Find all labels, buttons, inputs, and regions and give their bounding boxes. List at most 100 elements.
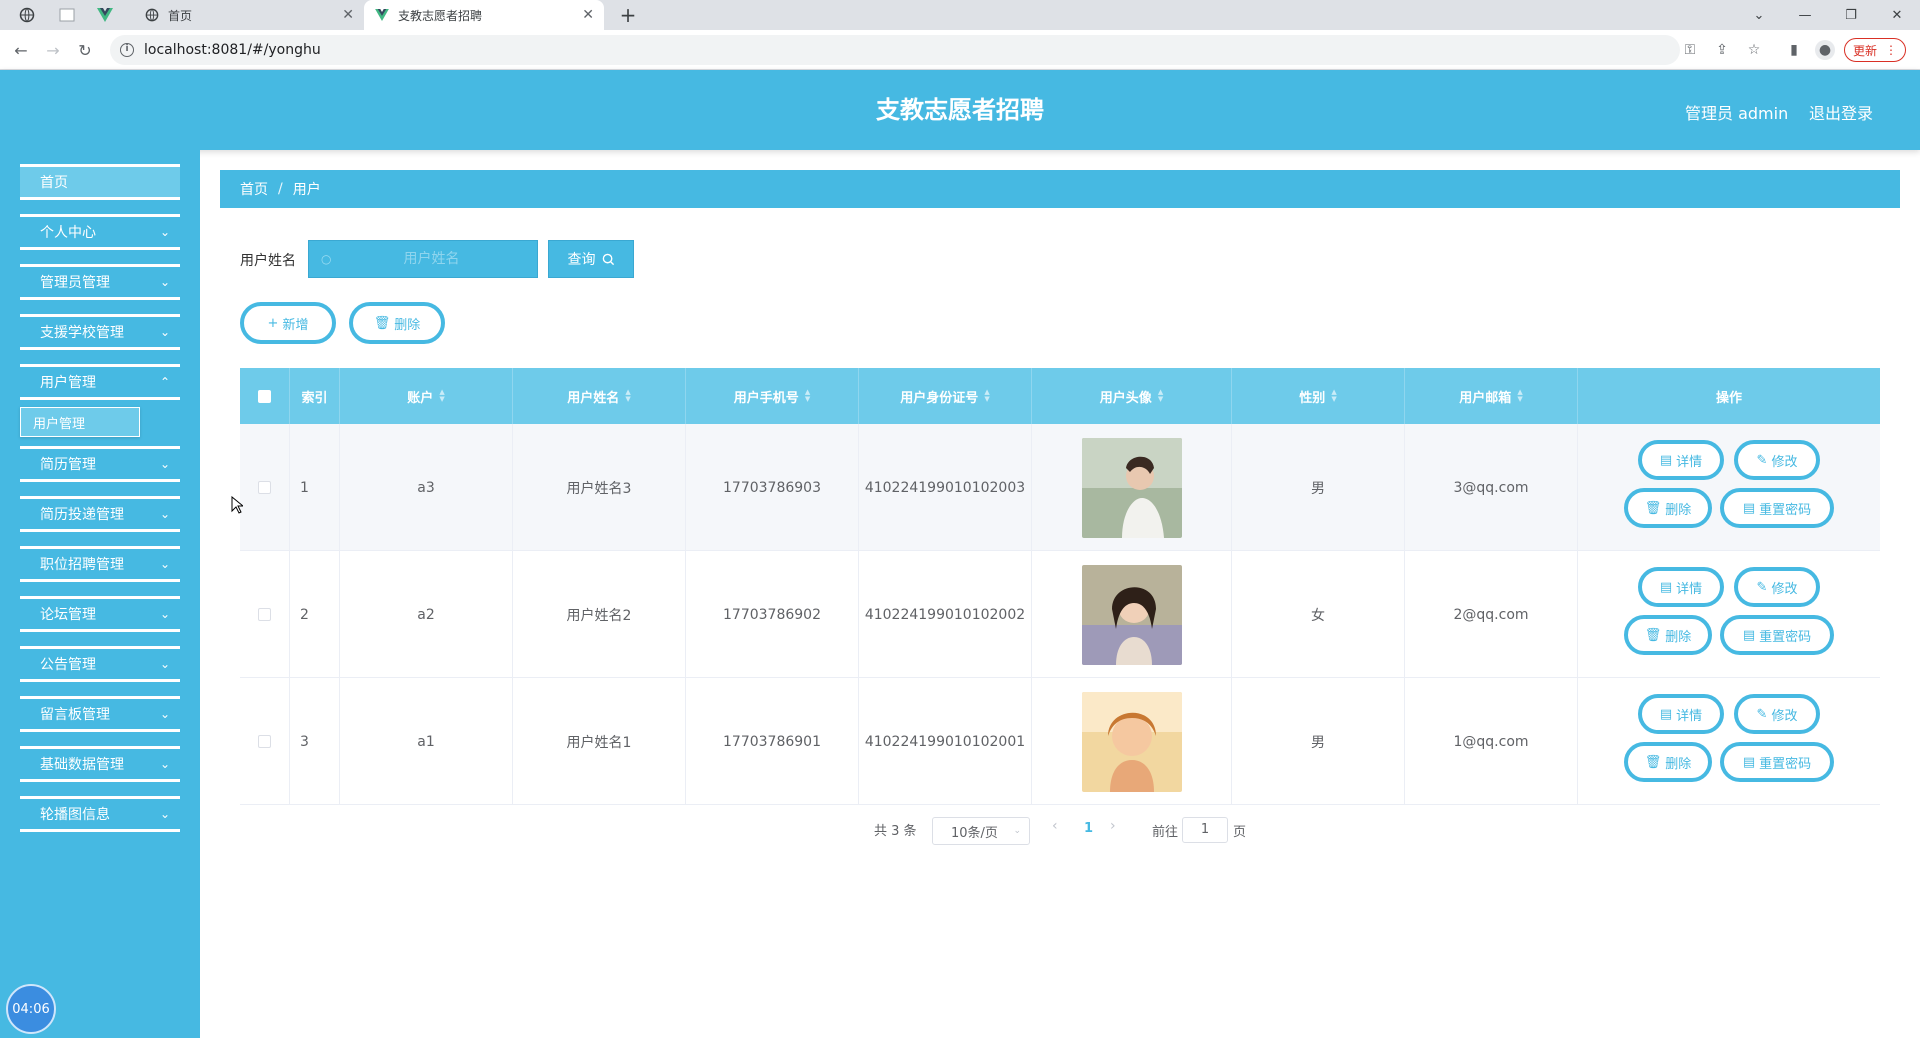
- goto-page-input[interactable]: 1: [1182, 817, 1228, 843]
- profile-icon[interactable]: ●: [1815, 40, 1835, 60]
- sidepanel-icon[interactable]: ▮: [1784, 40, 1804, 60]
- logout-link[interactable]: 退出登录: [1809, 100, 1873, 124]
- cell-gender: 男: [1232, 424, 1405, 551]
- cell-account: a2: [340, 551, 513, 678]
- info-icon[interactable]: i: [120, 43, 134, 57]
- sidebar-item-label: 个人中心: [40, 225, 96, 241]
- page-size-select[interactable]: 10条/页 ⌄: [932, 817, 1030, 845]
- page-size-value: 10条/页: [951, 825, 998, 841]
- sidebar-subitem-users[interactable]: 用户管理: [20, 407, 140, 437]
- breadcrumb-home[interactable]: 首页: [240, 179, 268, 199]
- column-header[interactable]: 用户身份证号 ▲ ▼: [859, 368, 1032, 424]
- edit-button[interactable]: ✎ 修改: [1734, 567, 1820, 607]
- row-checkbox[interactable]: [240, 678, 290, 805]
- chevron-down-icon[interactable]: ⌄: [1736, 0, 1782, 30]
- detail-button[interactable]: ▤ 详情: [1638, 440, 1724, 480]
- tab-active[interactable]: 支教志愿者招聘 ✕: [364, 0, 604, 30]
- column-header[interactable]: 性别 ▲ ▼: [1232, 368, 1405, 424]
- delete-button[interactable]: 🗑 删除: [1624, 488, 1712, 528]
- cell-email: 2@qq.com: [1405, 551, 1578, 678]
- detail-button[interactable]: ▤ 详情: [1638, 694, 1724, 734]
- window-close-button[interactable]: ✕: [1874, 0, 1920, 30]
- tab-title: 首页: [168, 8, 193, 23]
- sort-icon[interactable]: ▲ ▼: [1331, 389, 1336, 403]
- tab-home[interactable]: 首页 ✕: [134, 0, 364, 30]
- key-icon[interactable]: ⚿: [1680, 40, 1700, 60]
- sort-icon[interactable]: ▲ ▼: [1158, 389, 1163, 403]
- table-row: 2 a2 用户姓名2 17703786902 41022419901010200…: [240, 551, 1880, 678]
- edit-label: 修改: [1771, 454, 1798, 470]
- add-button[interactable]: + 新增: [240, 302, 336, 344]
- query-button[interactable]: 查询: [548, 240, 634, 278]
- url-field[interactable]: i localhost:8081/#/yonghu: [110, 35, 1680, 65]
- column-header[interactable]: 用户邮箱 ▲ ▼: [1405, 368, 1578, 424]
- select-all-checkbox[interactable]: [240, 368, 290, 424]
- sidebar-item-profile[interactable]: 个人中心 ⌄: [20, 214, 180, 250]
- close-icon[interactable]: ✕: [342, 7, 354, 23]
- next-page-button[interactable]: ›: [1110, 818, 1116, 834]
- cell-name: 用户姓名1: [513, 678, 686, 805]
- close-icon[interactable]: ✕: [582, 7, 594, 23]
- sidebar-item-users[interactable]: 用户管理 ⌃: [20, 364, 180, 400]
- sidebar-item-schools[interactable]: 支援学校管理 ⌄: [20, 314, 180, 350]
- edit-button[interactable]: ✎ 修改: [1734, 440, 1820, 480]
- batch-delete-button[interactable]: 🗑 删除: [349, 302, 445, 344]
- detail-label: 详情: [1676, 708, 1703, 724]
- edit-button[interactable]: ✎ 修改: [1734, 694, 1820, 734]
- sort-icon[interactable]: ▲ ▼: [625, 389, 630, 403]
- row-checkbox[interactable]: [240, 551, 290, 678]
- sidebar-item-admins[interactable]: 管理员管理 ⌄: [20, 264, 180, 300]
- sidebar-item-jobs[interactable]: 职位招聘管理 ⌄: [20, 546, 180, 582]
- column-header-label: 用户姓名: [567, 390, 620, 406]
- reload-button[interactable]: ↻: [72, 38, 98, 62]
- sidebar-item-notices[interactable]: 公告管理 ⌄: [20, 646, 180, 682]
- detail-button[interactable]: ▤ 详情: [1638, 567, 1724, 607]
- avatar[interactable]: [1081, 564, 1182, 665]
- avatar[interactable]: [1081, 437, 1182, 538]
- sidebar-item-resumes[interactable]: 简历管理 ⌄: [20, 446, 180, 482]
- reset-password-button[interactable]: ▤ 重置密码: [1720, 742, 1834, 782]
- sidebar-item-home[interactable]: 首页: [20, 164, 180, 200]
- new-tab-button[interactable]: +: [616, 3, 640, 27]
- avatar[interactable]: [1081, 691, 1182, 792]
- restore-button[interactable]: ❐: [1828, 0, 1874, 30]
- star-icon[interactable]: ☆: [1744, 40, 1764, 60]
- pinned-tab-vue[interactable]: [94, 4, 116, 26]
- document-icon: ▤: [1659, 706, 1673, 722]
- delete-button[interactable]: 🗑 删除: [1624, 615, 1712, 655]
- cell-name: 用户姓名2: [513, 551, 686, 678]
- share-icon[interactable]: ⇪: [1712, 40, 1732, 60]
- pinned-tab-doc[interactable]: [56, 4, 78, 26]
- cell-account: a1: [340, 678, 513, 805]
- column-header[interactable]: 账户 ▲ ▼: [340, 368, 513, 424]
- sidebar-item-messages[interactable]: 留言板管理 ⌄: [20, 696, 180, 732]
- back-button[interactable]: ←: [8, 38, 34, 62]
- prev-page-button[interactable]: ‹: [1052, 818, 1058, 834]
- sort-icon[interactable]: ▲ ▼: [805, 389, 810, 403]
- reset-password-button[interactable]: ▤ 重置密码: [1720, 488, 1834, 528]
- pinned-tab-github[interactable]: [16, 4, 38, 26]
- sidebar-item-label: 轮播图信息: [40, 807, 110, 823]
- delete-button[interactable]: 🗑 删除: [1624, 742, 1712, 782]
- row-checkbox[interactable]: [240, 424, 290, 551]
- column-header[interactable]: 用户姓名 ▲ ▼: [513, 368, 686, 424]
- forward-button[interactable]: →: [40, 38, 66, 62]
- sidebar-item-resume-delivery[interactable]: 简历投递管理 ⌄: [20, 496, 180, 532]
- update-button[interactable]: 更新 ⋮: [1844, 38, 1906, 62]
- column-header-label: 用户手机号: [733, 390, 799, 406]
- timer-badge[interactable]: 04:06: [6, 984, 56, 1034]
- search-input[interactable]: [341, 251, 522, 267]
- chevron-down-icon: ⌄: [159, 807, 170, 821]
- search-field[interactable]: ○: [308, 240, 538, 278]
- sort-icon[interactable]: ▲ ▼: [984, 389, 989, 403]
- column-header[interactable]: 用户手机号 ▲ ▼: [686, 368, 859, 424]
- reset-password-button[interactable]: ▤ 重置密码: [1720, 615, 1834, 655]
- column-header[interactable]: 用户头像 ▲ ▼: [1032, 368, 1232, 424]
- minimize-button[interactable]: —: [1782, 0, 1828, 30]
- sidebar-item-basic-data[interactable]: 基础数据管理 ⌄: [20, 746, 180, 782]
- page-number[interactable]: 1: [1084, 821, 1093, 836]
- sort-icon[interactable]: ▲ ▼: [439, 389, 444, 403]
- sort-icon[interactable]: ▲ ▼: [1517, 389, 1522, 403]
- sidebar-item-carousel[interactable]: 轮播图信息 ⌄: [20, 796, 180, 832]
- sidebar-item-forum[interactable]: 论坛管理 ⌄: [20, 596, 180, 632]
